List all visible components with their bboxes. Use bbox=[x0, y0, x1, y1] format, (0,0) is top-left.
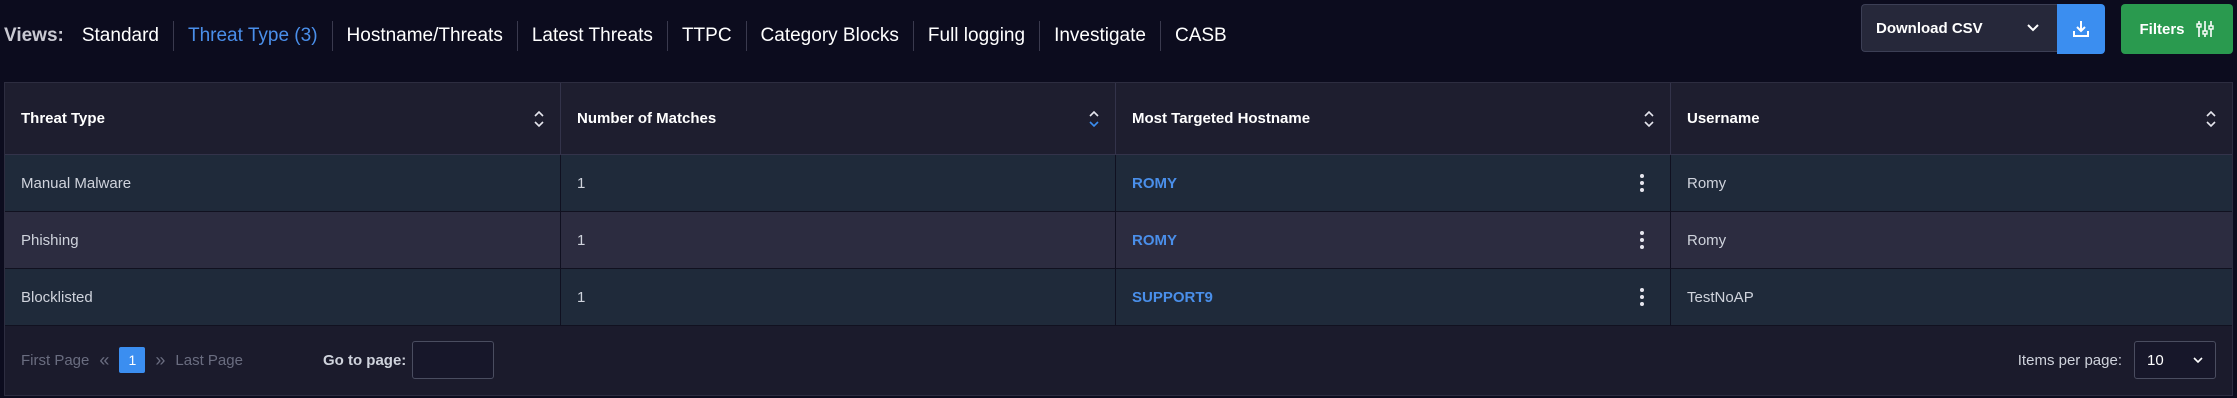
goto-page-label: Go to page: bbox=[322, 351, 407, 369]
filters-button[interactable]: Filters bbox=[2121, 4, 2233, 54]
view-threat-type[interactable]: Threat Type (3) bbox=[174, 21, 333, 51]
sliders-icon bbox=[2195, 19, 2215, 39]
chevron-down-icon bbox=[2027, 24, 2039, 32]
items-per-page-label: Items per page: bbox=[2017, 351, 2122, 369]
download-csv-select[interactable]: Download CSV bbox=[1861, 4, 2057, 52]
view-hostname-threats[interactable]: Hostname/Threats bbox=[333, 21, 518, 51]
top-actions: Download CSV Filters bbox=[1861, 4, 2233, 54]
items-per-page-select[interactable]: 10 bbox=[2134, 341, 2216, 379]
sort-icon[interactable] bbox=[1644, 110, 1654, 128]
view-investigate[interactable]: Investigate bbox=[1040, 21, 1161, 51]
cell-threat-type: Blocklisted bbox=[5, 269, 561, 325]
cell-hostname: ROMY bbox=[1116, 212, 1671, 268]
view-category-blocks[interactable]: Category Blocks bbox=[747, 21, 914, 51]
table-row[interactable]: Blocklisted 1 SUPPORT9 TestNoAP bbox=[5, 269, 2232, 326]
hostname-link[interactable]: SUPPORT9 bbox=[1132, 289, 1213, 306]
download-csv-label: Download CSV bbox=[1876, 19, 1983, 37]
chevrons-right-icon[interactable]: » bbox=[155, 350, 165, 371]
more-options-icon[interactable] bbox=[1640, 174, 1654, 192]
view-latest-threats[interactable]: Latest Threats bbox=[518, 21, 668, 51]
cell-username: Romy bbox=[1687, 231, 1727, 249]
sort-icon[interactable] bbox=[534, 110, 544, 128]
table-row[interactable]: Phishing 1 ROMY Romy bbox=[5, 212, 2232, 269]
chevrons-left-icon[interactable]: « bbox=[99, 350, 109, 371]
download-icon bbox=[2071, 19, 2091, 39]
more-options-icon[interactable] bbox=[1640, 288, 1654, 306]
column-header-most-targeted-hostname[interactable]: Most Targeted Hostname bbox=[1116, 83, 1671, 154]
column-header-username[interactable]: Username bbox=[1671, 83, 2232, 154]
cell-matches: 1 bbox=[561, 269, 1116, 325]
chevron-down-icon bbox=[2193, 356, 2203, 364]
hostname-link[interactable]: ROMY bbox=[1132, 175, 1177, 192]
filters-label: Filters bbox=[2139, 20, 2185, 38]
cell-threat-type: Phishing bbox=[5, 212, 561, 268]
view-ttpc[interactable]: TTPC bbox=[668, 21, 747, 51]
last-page-link[interactable]: Last Page bbox=[175, 352, 243, 369]
cell-threat-type: Manual Malware bbox=[5, 155, 561, 211]
pagination: First Page « 1 » Last Page Go to page: I… bbox=[5, 325, 2232, 395]
view-full-logging[interactable]: Full logging bbox=[914, 21, 1041, 51]
sort-descending-icon[interactable] bbox=[1089, 110, 1099, 128]
download-group: Download CSV bbox=[1861, 4, 2105, 54]
column-header-threat-type[interactable]: Threat Type bbox=[5, 83, 561, 154]
items-per-page: Items per page: 10 bbox=[2018, 341, 2216, 379]
cell-matches: 1 bbox=[561, 212, 1116, 268]
threat-table: Threat Type Number of Matches Most Targe… bbox=[4, 82, 2233, 396]
table-row[interactable]: Manual Malware 1 ROMY Romy bbox=[5, 155, 2232, 212]
download-button[interactable] bbox=[2057, 4, 2105, 54]
cell-username: Romy bbox=[1687, 174, 1727, 192]
view-standard[interactable]: Standard bbox=[82, 21, 174, 51]
view-casb[interactable]: CASB bbox=[1161, 21, 1241, 51]
cell-hostname: SUPPORT9 bbox=[1116, 269, 1671, 325]
hostname-link[interactable]: ROMY bbox=[1132, 232, 1177, 249]
cell-username: TestNoAP bbox=[1687, 288, 1754, 306]
cell-hostname: ROMY bbox=[1116, 155, 1671, 211]
goto-page-input[interactable] bbox=[412, 341, 495, 379]
column-header-number-of-matches[interactable]: Number of Matches bbox=[561, 83, 1116, 154]
views-label: Views: bbox=[4, 25, 64, 46]
cell-matches: 1 bbox=[561, 155, 1116, 211]
sort-icon[interactable] bbox=[2206, 110, 2216, 128]
first-page-link[interactable]: First Page bbox=[21, 352, 89, 369]
more-options-icon[interactable] bbox=[1640, 231, 1654, 249]
current-page[interactable]: 1 bbox=[119, 347, 146, 373]
views-bar: Views: Standard Threat Type (3) Hostname… bbox=[4, 0, 1241, 72]
table-header: Threat Type Number of Matches Most Targe… bbox=[5, 83, 2232, 155]
